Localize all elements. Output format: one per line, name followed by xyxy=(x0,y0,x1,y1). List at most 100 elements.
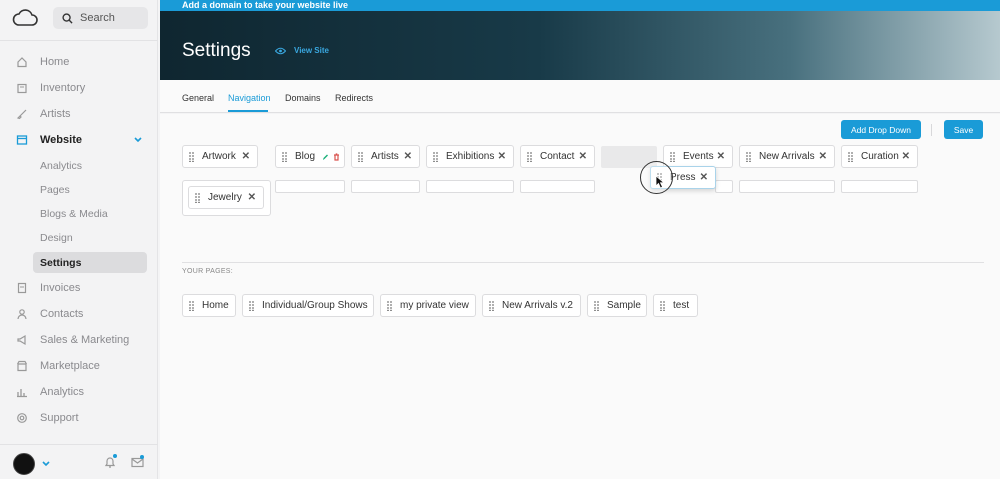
drag-handle-icon[interactable] xyxy=(195,192,200,203)
page-chip-label: Individual/Group Shows xyxy=(262,300,368,311)
view-site-link[interactable]: View Site xyxy=(275,46,329,55)
drag-handle-icon[interactable] xyxy=(387,300,392,311)
sidebar-item-home[interactable]: Home xyxy=(16,52,69,72)
nav-item-chip[interactable]: Artists ✕ xyxy=(351,145,420,168)
page-chip[interactable]: my private view xyxy=(380,294,476,317)
drag-handle-icon[interactable] xyxy=(189,151,194,162)
page-chip[interactable]: Home xyxy=(182,294,236,317)
sidebar-item-invoices[interactable]: Invoices xyxy=(16,278,80,298)
sidebar-subitem-analytics[interactable]: Analytics xyxy=(40,158,82,174)
drag-handle-icon[interactable] xyxy=(433,151,438,162)
delete-icon[interactable] xyxy=(333,152,340,161)
drag-handle-icon[interactable] xyxy=(282,151,287,162)
drag-handle-icon[interactable] xyxy=(527,151,532,162)
sidebar-item-label: Sales & Marketing xyxy=(40,334,130,346)
tab-navigation[interactable]: Navigation xyxy=(228,93,271,103)
nav-item-label: Events xyxy=(683,151,714,162)
page-chip[interactable]: New Arrivals v.2 xyxy=(482,294,581,317)
nav-item-chip[interactable]: Contact ✕ xyxy=(520,145,595,168)
sidebar-item-label: Contacts xyxy=(40,308,84,320)
brush-icon xyxy=(16,108,28,120)
sidebar-item-label: Invoices xyxy=(40,282,81,294)
dropdown-slot[interactable] xyxy=(426,180,514,193)
sidebar-item-label: Artists xyxy=(40,108,71,120)
home-icon xyxy=(16,56,28,68)
drag-handle-icon[interactable] xyxy=(746,151,751,162)
dropdown-slot[interactable] xyxy=(351,180,420,193)
drag-handle-icon[interactable] xyxy=(848,151,853,162)
remove-icon[interactable]: ✕ xyxy=(242,151,250,162)
sidebar-item-artists[interactable]: Artists xyxy=(16,104,71,124)
sidebar-item-label: Analytics xyxy=(40,386,85,398)
drag-handle-icon[interactable] xyxy=(489,300,494,311)
drag-handle-icon[interactable] xyxy=(249,300,254,311)
page-chip[interactable]: Individual/Group Shows xyxy=(242,294,374,317)
sidebar-item-analytics[interactable]: Analytics xyxy=(16,382,84,402)
remove-icon[interactable]: ✕ xyxy=(819,151,827,162)
nav-item-chip[interactable]: Jewelry ✕ xyxy=(188,186,264,209)
page-chip[interactable]: Sample xyxy=(587,294,647,317)
sidebar-item-contacts[interactable]: Contacts xyxy=(16,304,83,324)
notification-dot xyxy=(113,454,117,458)
drag-handle-icon[interactable] xyxy=(660,300,665,311)
drag-handle-icon[interactable] xyxy=(358,151,363,162)
tab-domains[interactable]: Domains xyxy=(285,93,321,103)
divider xyxy=(0,40,158,41)
sidebar-item-label: Marketplace xyxy=(40,360,100,372)
dropdown-slot[interactable] xyxy=(739,180,835,193)
remove-icon[interactable]: ✕ xyxy=(579,151,587,162)
sidebar-subitem-pages[interactable]: Pages xyxy=(40,182,70,198)
remove-icon[interactable]: ✕ xyxy=(498,151,506,162)
page-chip-label: test xyxy=(673,300,690,311)
tab-redirects[interactable]: Redirects xyxy=(335,93,373,103)
search-input[interactable]: Search xyxy=(53,7,148,29)
nav-item-chip[interactable]: Curation ✕ xyxy=(841,145,918,168)
chevron-down-icon[interactable] xyxy=(133,136,143,144)
chevron-down-icon[interactable] xyxy=(42,461,50,467)
sidebar-item-support[interactable]: Support xyxy=(16,408,79,428)
website-icon xyxy=(16,134,28,146)
remove-icon[interactable]: ✕ xyxy=(902,151,910,162)
dropdown-slot[interactable] xyxy=(715,180,733,193)
dropdown-slot[interactable] xyxy=(841,180,918,193)
nav-item-label: Blog xyxy=(295,151,316,162)
sidebar-subitem-settings[interactable]: Settings xyxy=(33,252,147,273)
sidebar-item-marketplace[interactable]: Marketplace xyxy=(16,356,100,376)
nav-item-chip[interactable]: Blog xyxy=(275,145,345,168)
dropdown-slot[interactable] xyxy=(275,180,345,193)
cursor-icon xyxy=(655,175,666,189)
add-drop-down-button[interactable]: Add Drop Down xyxy=(841,120,921,139)
sidebar-item-sales-marketing[interactable]: Sales & Marketing xyxy=(16,330,129,350)
tab-general[interactable]: General xyxy=(182,93,214,103)
remove-icon[interactable]: ✕ xyxy=(404,151,412,162)
drag-handle-icon[interactable] xyxy=(189,300,194,311)
dropdown-slot[interactable] xyxy=(520,180,595,193)
nav-item-label: Contact xyxy=(540,151,575,162)
nav-item-label: Artwork xyxy=(202,151,236,162)
remove-icon[interactable]: ✕ xyxy=(717,151,725,162)
view-site-label: View Site xyxy=(294,46,329,55)
divider xyxy=(931,124,932,136)
avatar[interactable] xyxy=(13,453,35,475)
remove-icon[interactable]: ✕ xyxy=(248,192,256,203)
remove-icon[interactable]: ✕ xyxy=(700,172,708,183)
nav-item-label: Artists xyxy=(371,151,399,162)
save-button[interactable]: Save xyxy=(944,120,983,139)
sidebar-item-website[interactable]: Website xyxy=(16,130,82,150)
cloud-logo-icon[interactable] xyxy=(12,8,38,28)
search-icon xyxy=(62,12,73,24)
drag-handle-icon[interactable] xyxy=(594,300,599,311)
nav-item-chip[interactable]: Events ✕ xyxy=(663,145,733,168)
drag-handle-icon[interactable] xyxy=(670,151,675,162)
sidebar-item-inventory[interactable]: Inventory xyxy=(16,78,85,98)
nav-item-chip[interactable]: Artwork ✕ xyxy=(182,145,258,168)
page-chip-label: my private view xyxy=(400,300,469,311)
sidebar-subitem-blogs-media[interactable]: Blogs & Media xyxy=(40,206,108,222)
divider xyxy=(0,444,158,445)
sidebar-subitem-design[interactable]: Design xyxy=(40,230,73,246)
nav-item-chip[interactable]: Exhibitions ✕ xyxy=(426,145,514,168)
nav-item-chip[interactable]: New Arrivals ✕ xyxy=(739,145,835,168)
edit-icon[interactable] xyxy=(322,153,329,161)
domain-banner[interactable]: Add a domain to take your website live xyxy=(160,0,1000,11)
page-chip[interactable]: test xyxy=(653,294,698,317)
